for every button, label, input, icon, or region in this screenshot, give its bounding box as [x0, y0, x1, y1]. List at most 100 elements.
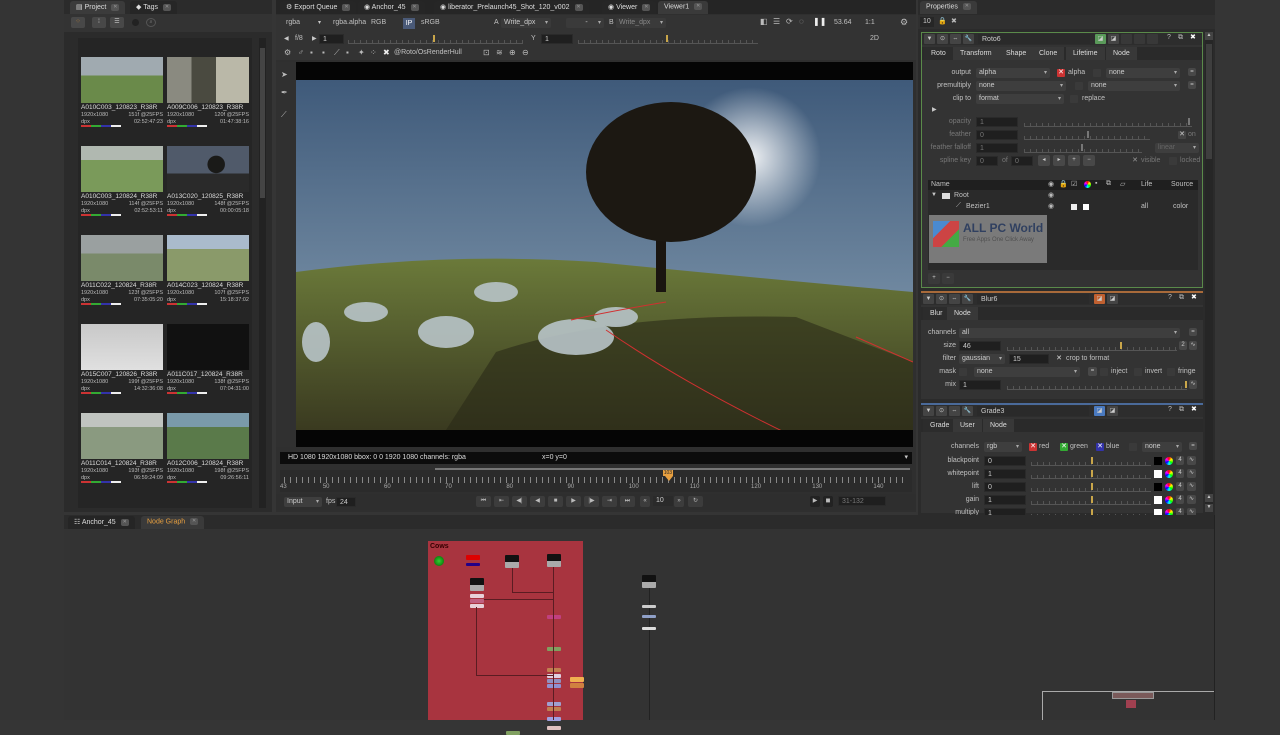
scroll-thumb[interactable] — [260, 48, 265, 198]
search-icon[interactable]: ⌕ — [146, 18, 156, 27]
add-key-icon[interactable]: ⊕ — [509, 48, 516, 57]
clip-thumbnail[interactable]: A010C003_120823_R38R 1920x1080 151f @25F… — [80, 56, 166, 139]
refresh-icon[interactable]: ⟳ — [786, 17, 793, 26]
curve-button[interactable]: ∿ — [1187, 482, 1196, 491]
loop-button[interactable]: ↻ — [688, 496, 703, 507]
input-icon[interactable]: ⇔ — [950, 34, 961, 44]
color-swatch[interactable] — [1154, 496, 1162, 504]
tab-transform[interactable]: Transform — [953, 47, 999, 60]
link-button[interactable]: = — [1188, 81, 1196, 89]
input-icon[interactable]: ⇔ — [949, 406, 960, 416]
point-tool-icon[interactable]: ⁘ — [370, 48, 377, 57]
color-wheel-icon[interactable] — [1165, 496, 1173, 504]
premultiply-checkbox[interactable] — [1075, 82, 1083, 90]
play-range-button[interactable]: ▶ — [810, 496, 820, 507]
blur-channels-select[interactable]: all — [959, 328, 1180, 338]
color-swatch[interactable] — [1154, 483, 1162, 491]
font-color-icon[interactable]: ◪ — [1108, 34, 1119, 44]
fringe-checkbox[interactable] — [1167, 368, 1175, 376]
mask-checkbox[interactable] — [959, 368, 967, 376]
transform-node[interactable] — [642, 615, 656, 618]
curve-button[interactable]: ∿ — [1187, 456, 1196, 465]
filter-quality-input[interactable]: 15 — [1009, 354, 1049, 364]
layer-row-bezier[interactable]: ⟋ Bezier1 ◉ all color — [928, 202, 1198, 212]
region-icon[interactable]: ◌ — [799, 17, 804, 26]
play-backward-button[interactable]: ◀ — [530, 496, 545, 507]
help-icon[interactable]: ? — [1168, 294, 1172, 301]
point-tool-icon[interactable]: ▪ — [310, 48, 313, 57]
wrench-icon[interactable]: 🔧 — [963, 34, 974, 44]
premultiply-select[interactable]: none — [976, 81, 1066, 91]
wipe-icon[interactable]: ◧ — [760, 17, 768, 26]
channel-count-button[interactable]: 4 — [1176, 495, 1184, 504]
expand-icon[interactable]: ▼ — [931, 192, 937, 198]
color-swatch[interactable] — [1083, 204, 1089, 210]
colorspace-select[interactable]: RGB — [371, 19, 386, 26]
max-panels-input[interactable]: 10 — [920, 17, 934, 27]
chevron-down-icon[interactable]: ▾ — [904, 453, 908, 461]
curve-button[interactable]: ∿ — [1187, 469, 1196, 478]
scroll-thumb[interactable] — [1206, 44, 1212, 159]
grade-param-slider[interactable] — [1031, 495, 1151, 505]
tab-blur[interactable]: Blur — [923, 307, 950, 320]
alpha-checkbox[interactable]: ✕ — [1057, 69, 1065, 77]
viewer-node[interactable] — [434, 556, 444, 566]
falloff-type-select[interactable]: linear — [1155, 143, 1199, 153]
playhead[interactable]: 103 — [662, 470, 674, 481]
read-node[interactable] — [470, 578, 484, 591]
mask-select[interactable]: none — [974, 367, 1080, 377]
channels-select[interactable]: rgba — [286, 19, 300, 26]
tab-shape[interactable]: Shape — [999, 47, 1034, 60]
input-icon[interactable]: ⇔ — [949, 294, 960, 304]
channel-count-button[interactable]: 4 — [1176, 482, 1184, 491]
gamma-slider[interactable] — [578, 34, 758, 44]
color-swatch[interactable] — [1154, 470, 1162, 478]
alpha-select[interactable]: rgba.alpha — [333, 19, 366, 26]
close-icon[interactable]: ✕ — [642, 3, 651, 11]
invert-checkbox[interactable] — [1134, 368, 1142, 376]
extra-checkbox[interactable] — [1093, 69, 1101, 77]
visible-checkbox[interactable]: ✕ — [1131, 157, 1139, 165]
transform-node[interactable] — [547, 717, 561, 721]
opacity-slider[interactable] — [1024, 117, 1192, 127]
lock-icon[interactable]: 🔒 — [938, 17, 947, 25]
list-icon[interactable]: ☰ — [110, 17, 124, 28]
center-node-icon[interactable]: ⊙ — [936, 294, 947, 304]
spline-key-input[interactable]: 0 — [976, 156, 998, 166]
tab-viewer-0[interactable]: ⚙ Export Queue ✕ — [280, 1, 357, 14]
gear-icon[interactable]: ⚙ — [900, 17, 908, 28]
color-swatch[interactable] — [1154, 457, 1162, 465]
redo-icon[interactable] — [1134, 34, 1145, 44]
tab-clone[interactable]: Clone — [1032, 47, 1065, 60]
pen-tool-icon[interactable]: ✒ — [281, 88, 288, 97]
grade-node[interactable] — [547, 647, 561, 651]
close-icon[interactable]: ✕ — [574, 3, 583, 11]
color-wheel-icon[interactable] — [1165, 483, 1173, 491]
feather-slider[interactable] — [1024, 130, 1150, 140]
link-icon[interactable]: ♂ — [298, 48, 304, 57]
tab-properties[interactable]: Properties ✕ — [920, 1, 977, 14]
read-node[interactable] — [547, 554, 561, 567]
last-frame-button[interactable]: ⏭ — [620, 496, 635, 507]
merge-node[interactable] — [470, 604, 484, 608]
green-checkbox[interactable]: ✕ — [1060, 443, 1068, 451]
font-color-icon[interactable]: ◪ — [1107, 294, 1118, 304]
transform-node[interactable] — [547, 684, 561, 688]
curve-button[interactable]: ∿ — [1189, 380, 1197, 389]
center-node-icon[interactable]: ⊙ — [937, 34, 948, 44]
project-scrollbar[interactable] — [259, 38, 266, 508]
scroll-down-icon[interactable]: ▼ — [1205, 504, 1213, 512]
input-a-select[interactable]: Write_dpx — [501, 18, 551, 28]
spline-total-input[interactable]: 0 — [1011, 156, 1033, 166]
circle-icon[interactable] — [132, 19, 139, 26]
tab-viewer-2[interactable]: ◉ liberator_Prelaunch45_Shot_120_v002 ✕ — [434, 1, 589, 14]
opacity-input[interactable]: 1 — [976, 117, 1018, 127]
transform-node[interactable] — [642, 627, 656, 630]
channel-count-button[interactable]: 4 — [1176, 469, 1184, 478]
collapse-icon[interactable]: ▼ — [924, 34, 935, 44]
node-navy[interactable] — [466, 563, 480, 566]
wrench-icon[interactable]: 🔧 — [962, 294, 973, 304]
help-icon[interactable]: ? — [1168, 406, 1172, 413]
transform-node[interactable] — [547, 679, 561, 683]
close-icon[interactable]: ✕ — [962, 3, 971, 10]
